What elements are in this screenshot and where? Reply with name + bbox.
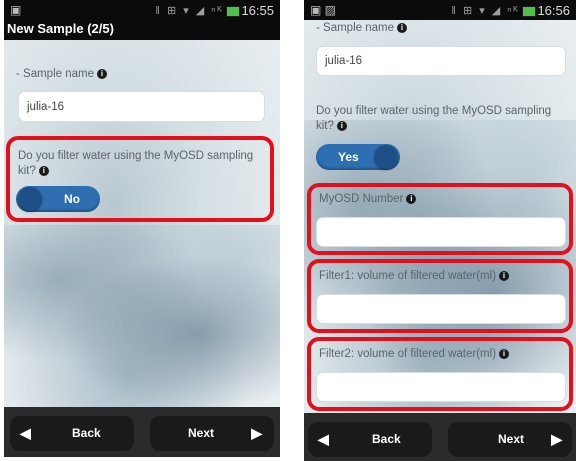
battery-icon xyxy=(522,6,536,17)
status-time: 16:55 xyxy=(241,3,274,18)
sample-name-input[interactable]: julia-16 xyxy=(18,91,265,122)
signal-icons: ǁ ⊞ ▾ ◢ ⁿᴷ xyxy=(451,5,520,17)
arrow-right-icon: ▶ xyxy=(551,431,562,447)
next-button-label: Next xyxy=(498,432,525,446)
next-button-label: Next xyxy=(188,426,215,440)
sample-name-label: - Sample name i xyxy=(16,67,107,82)
sample-name-value: julia-16 xyxy=(325,55,363,67)
back-button-label: Back xyxy=(72,426,101,440)
back-button[interactable]: ◀ Back xyxy=(10,415,134,451)
arrow-right-icon: ▶ xyxy=(251,425,262,441)
toggle-knob[interactable] xyxy=(374,145,398,169)
sample-name-label-text: - Sample name xyxy=(16,68,94,80)
ocean-background xyxy=(4,225,280,407)
right-phone-screen: ▣ ▨ ǁ ⊞ ▾ ◢ ⁿᴷ 16:56 - Sample name i juli… xyxy=(304,0,576,461)
back-button-label: Back xyxy=(372,432,401,446)
filter-question-text: Do you filter water using the MyOSD samp… xyxy=(316,105,552,132)
highlight-box xyxy=(307,259,573,333)
notification-icon: ▣ ▨ xyxy=(310,3,337,17)
notification-icon: ▣ xyxy=(10,3,22,17)
filter-toggle[interactable]: Yes xyxy=(316,144,400,170)
arrow-left-icon: ◀ xyxy=(318,431,329,447)
battery-icon xyxy=(226,6,240,17)
next-button[interactable]: Next ▶ xyxy=(448,421,572,457)
status-bar: ▣ ▨ ǁ ⊞ ▾ ◢ ⁿᴷ 16:56 xyxy=(304,0,576,20)
page-title: New Sample (2/5) xyxy=(4,22,280,40)
highlight-box xyxy=(6,136,274,222)
info-icon[interactable]: i xyxy=(396,22,407,33)
back-button[interactable]: ◀ Back xyxy=(308,421,432,457)
info-icon[interactable]: i xyxy=(336,120,347,131)
toggle-label: Yes xyxy=(338,150,359,164)
signal-icons: ǁ ⊞ ▾ ◢ ⁿᴷ xyxy=(155,5,224,17)
filter-question-label: Do you filter water using the MyOSD samp… xyxy=(316,104,561,134)
info-icon[interactable]: i xyxy=(96,68,107,79)
sample-name-label-text: - Sample name xyxy=(316,22,394,34)
highlight-box xyxy=(307,183,573,255)
status-time: 16:56 xyxy=(537,3,570,18)
arrow-left-icon: ◀ xyxy=(20,425,31,441)
bottom-nav-bar: ◀ Back Next ▶ xyxy=(304,413,576,461)
sample-name-input[interactable]: julia-16 xyxy=(316,46,566,76)
sample-name-value: julia-16 xyxy=(27,100,65,113)
left-phone-screen: ▣ ǁ ⊞ ▾ ◢ ⁿᴷ 16:55 New Sample (2/5) - Sa… xyxy=(4,0,280,457)
status-bar: ▣ ǁ ⊞ ▾ ◢ ⁿᴷ 16:55 xyxy=(4,0,280,22)
bottom-nav-bar: ◀ Back Next ▶ xyxy=(4,407,280,457)
sample-name-label: - Sample name i xyxy=(316,21,407,36)
highlight-box xyxy=(307,337,573,411)
next-button[interactable]: Next ▶ xyxy=(150,415,274,451)
